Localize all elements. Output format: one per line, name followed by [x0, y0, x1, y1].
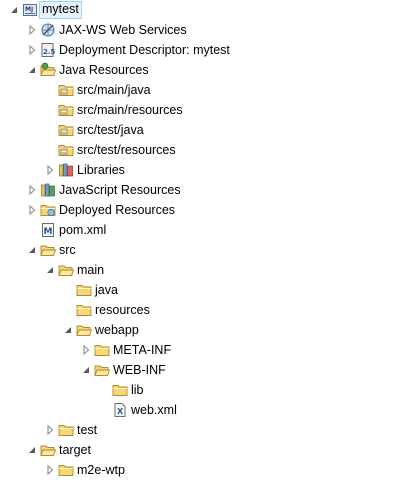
collapse-arrow-icon[interactable]	[26, 64, 38, 76]
collapse-arrow-icon[interactable]	[26, 444, 38, 456]
expand-arrow-icon[interactable]	[26, 44, 38, 56]
collapse-arrow-icon[interactable]	[62, 324, 74, 336]
tree-item-label: resources	[95, 303, 150, 317]
tree-item-deployed-resources[interactable]: Deployed Resources	[0, 200, 407, 220]
tree-item-javascript-resources[interactable]: JavaScript Resources	[0, 180, 407, 200]
svg-text:J: J	[30, 6, 33, 13]
java-resources-icon	[40, 62, 56, 78]
tree-item-label: JAX-WS Web Services	[59, 23, 187, 37]
folder-icon	[76, 282, 92, 298]
libraries-icon	[58, 162, 74, 178]
tree-item-jax-ws-web-services[interactable]: JAX-WS Web Services	[0, 20, 407, 40]
folder-icon	[58, 462, 74, 478]
maven-project-icon: MJ	[22, 2, 38, 18]
open-folder-icon	[58, 262, 74, 278]
tree-item-label: java	[95, 283, 118, 297]
tree-item-label: JavaScript Resources	[59, 183, 181, 197]
tree-item-src-main-java[interactable]: src/main/java	[0, 80, 407, 100]
svg-text:M: M	[44, 227, 53, 237]
tree-item-src-test-resources[interactable]: src/test/resources	[0, 140, 407, 160]
tree-item-label: Libraries	[77, 163, 125, 177]
collapse-arrow-icon[interactable]	[44, 264, 56, 276]
tree-item-meta-inf[interactable]: META-INF	[0, 340, 407, 360]
deployment-descriptor-icon: 2.5	[40, 42, 56, 58]
collapse-arrow-icon[interactable]	[26, 244, 38, 256]
folder-icon	[94, 342, 110, 358]
source-folder-icon	[58, 102, 74, 118]
tree-item-java[interactable]: java	[0, 280, 407, 300]
expand-arrow-icon[interactable]	[26, 24, 38, 36]
tree-item-label: src/main/resources	[77, 103, 183, 117]
expand-arrow-icon[interactable]	[26, 184, 38, 196]
tree-item-label: src/test/resources	[77, 143, 176, 157]
open-folder-icon	[40, 442, 56, 458]
tree-item-resources[interactable]: resources	[0, 300, 407, 320]
tree-item-src-main-resources[interactable]: src/main/resources	[0, 100, 407, 120]
expand-arrow-icon[interactable]	[44, 464, 56, 476]
expand-arrow-icon[interactable]	[44, 424, 56, 436]
tree-item-label: src	[59, 243, 76, 257]
svg-text:X: X	[117, 407, 124, 416]
tree-item-label: mytest	[39, 1, 82, 19]
tree-item-label: META-INF	[113, 343, 172, 357]
folder-icon	[112, 382, 128, 398]
source-folder-icon	[58, 82, 74, 98]
expand-arrow-icon[interactable]	[26, 204, 38, 216]
tree-item-src[interactable]: src	[0, 240, 407, 260]
tree-item-label: Deployment Descriptor: mytest	[59, 43, 230, 57]
tree-item-label: target	[59, 443, 91, 457]
tree-item-lib[interactable]: lib	[0, 380, 407, 400]
tree-item-webapp[interactable]: webapp	[0, 320, 407, 340]
source-folder-icon	[58, 142, 74, 158]
collapse-arrow-icon[interactable]	[8, 4, 20, 16]
tree-item-pom-xml[interactable]: Mpom.xml	[0, 220, 407, 240]
folder-icon	[76, 302, 92, 318]
tree-item-label: m2e-wtp	[77, 463, 125, 477]
tree-item-web-xml[interactable]: Xweb.xml	[0, 400, 407, 420]
tree-item-mytest[interactable]: M Jmytest	[0, 0, 407, 20]
tree-item-m2e-wtp[interactable]: m2e-wtp	[0, 460, 407, 480]
project-explorer-tree: M Jmytest JAX-WS Web Services 2.5 Deployment…	[0, 0, 407, 483]
expand-arrow-icon[interactable]	[80, 344, 92, 356]
folder-icon	[58, 422, 74, 438]
tree-item-label: main	[77, 263, 105, 277]
tree-item-label: web.xml	[131, 403, 177, 417]
tree-item-label: Java Resources	[59, 63, 149, 77]
tree-item-libraries[interactable]: Libraries	[0, 160, 407, 180]
tree-item-label: WEB-INF	[113, 363, 166, 377]
tree-item-main[interactable]: main	[0, 260, 407, 280]
open-folder-icon	[94, 362, 110, 378]
tree-item-label: Deployed Resources	[59, 203, 176, 217]
tree-item-label: test	[77, 423, 98, 437]
tree-item-web-inf[interactable]: WEB-INF	[0, 360, 407, 380]
tree-item-target[interactable]: target	[0, 440, 407, 460]
tree-item-label: src/main/java	[77, 83, 151, 97]
svg-text:2.5: 2.5	[43, 48, 56, 56]
collapse-arrow-icon[interactable]	[80, 364, 92, 376]
tree-item-label: src/test/java	[77, 123, 144, 137]
webservices-icon	[40, 22, 56, 38]
tree-item-src-test-java[interactable]: src/test/java	[0, 120, 407, 140]
javascript-resources-icon	[40, 182, 56, 198]
tree-item-label: pom.xml	[59, 223, 107, 237]
tree-item-java-resources[interactable]: Java Resources	[0, 60, 407, 80]
tree-item-label: lib	[131, 383, 144, 397]
open-folder-icon	[40, 242, 56, 258]
tree-item-deployment-descriptor-mytest[interactable]: 2.5 Deployment Descriptor: mytest	[0, 40, 407, 60]
deployed-resources-icon	[40, 202, 56, 218]
expand-arrow-icon[interactable]	[44, 164, 56, 176]
maven-pom-icon: M	[40, 222, 56, 238]
source-folder-icon	[58, 122, 74, 138]
xml-file-icon: X	[112, 402, 128, 418]
tree-item-test[interactable]: test	[0, 420, 407, 440]
open-folder-icon	[76, 322, 92, 338]
tree-item-label: webapp	[95, 323, 139, 337]
